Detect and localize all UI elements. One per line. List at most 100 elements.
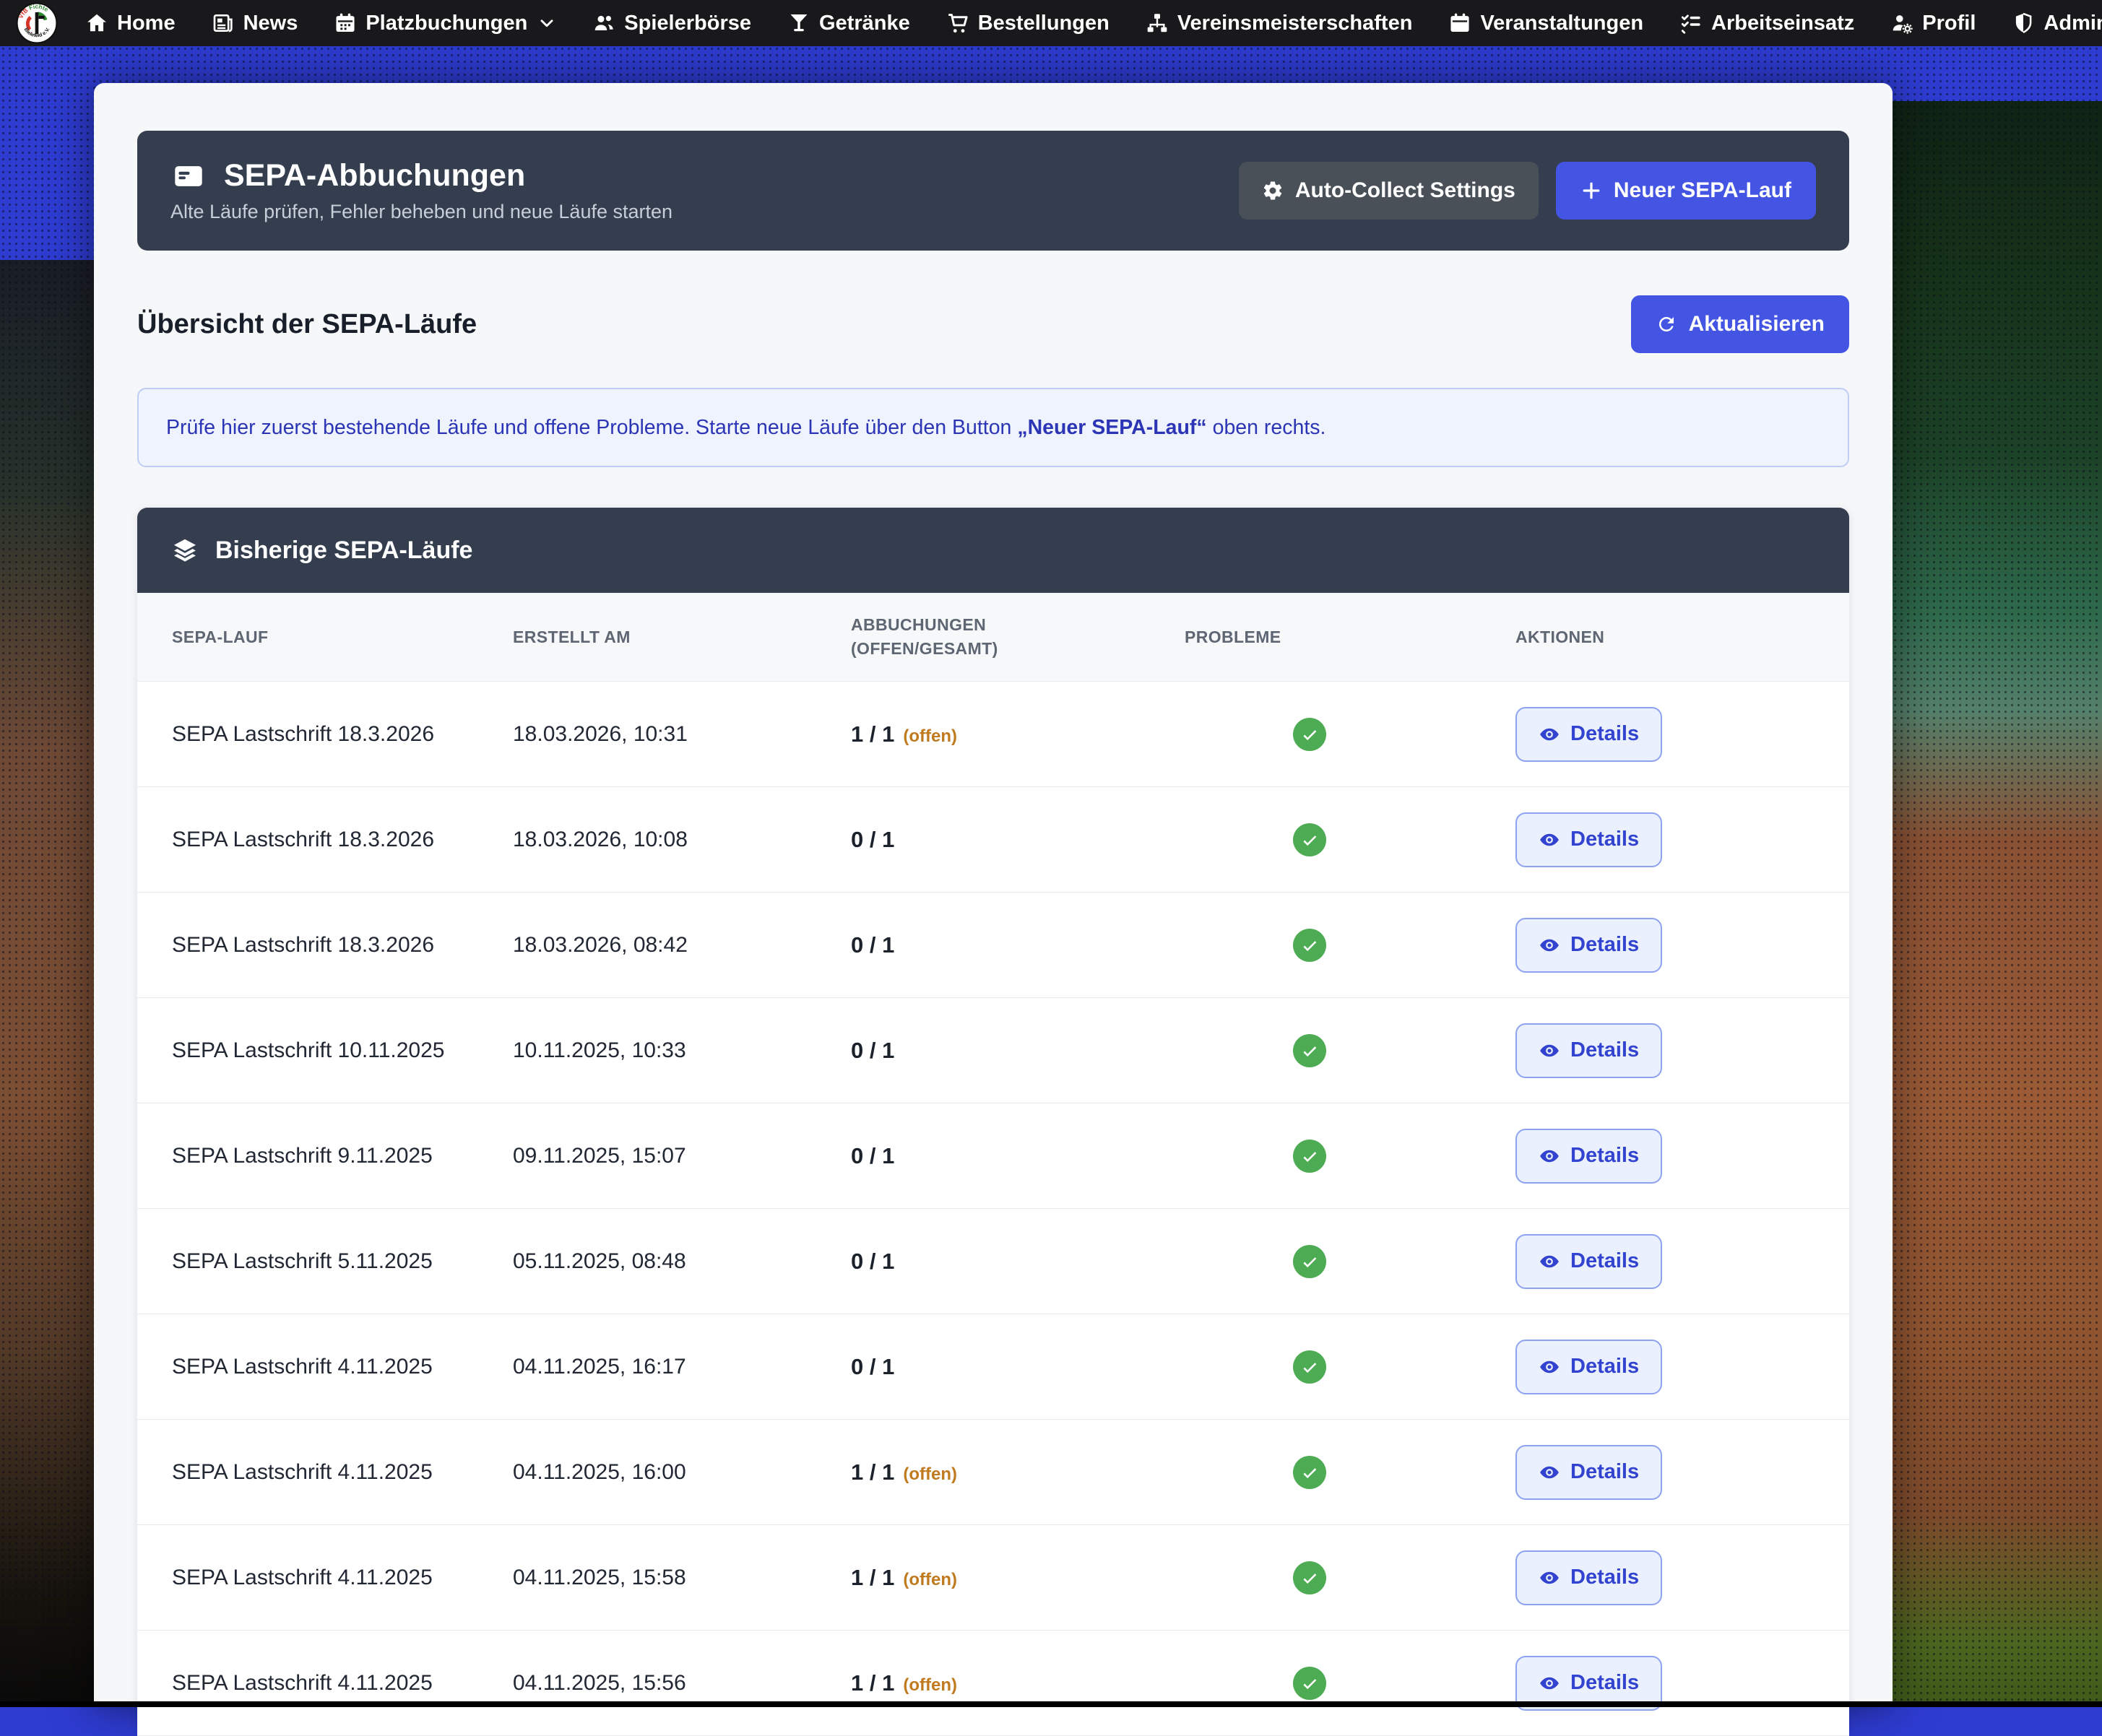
run-count: 0 / 1 — [851, 826, 895, 852]
eye-icon — [1539, 934, 1560, 956]
refresh-icon — [1656, 313, 1677, 335]
run-name: SEPA Lastschrift 5.11.2025 — [172, 1249, 433, 1273]
page-subtitle: Alte Läufe prüfen, Fehler beheben und ne… — [170, 201, 673, 222]
column-header-abbuchungen: ABBUCHUNGEN (OFFEN/GESAMT) — [851, 615, 998, 659]
nav-item-home[interactable]: Home — [85, 12, 176, 35]
details-button[interactable]: Details — [1515, 1128, 1663, 1184]
details-button[interactable]: Details — [1515, 812, 1663, 867]
nav-item-getr-nke[interactable]: Getränke — [787, 12, 910, 35]
table-row: SEPA Lastschrift 9.11.2025 09.11.2025, 1… — [137, 1103, 1849, 1210]
eye-icon — [1539, 1462, 1560, 1483]
run-count: 0 / 1 — [851, 1353, 895, 1379]
run-name: SEPA Lastschrift 18.3.2026 — [172, 721, 435, 746]
table-header-row: SEPA-LAUF ERSTELLT AM ABBUCHUNGEN (OFFEN… — [137, 593, 1849, 682]
details-button[interactable]: Details — [1515, 1023, 1663, 1078]
open-badge: (offen) — [903, 726, 957, 746]
open-badge: (offen) — [903, 1569, 957, 1589]
info-text-bold: „Neuer SEPA-Lauf“ — [1017, 416, 1207, 439]
eye-icon — [1539, 829, 1560, 851]
nav-item-admin[interactable]: Admin — [2012, 12, 2102, 35]
column-header-erstellt-am: ERSTELLT AM — [513, 627, 631, 646]
status-ok-badge — [1293, 928, 1326, 962]
cart-icon — [946, 12, 969, 35]
run-count: 0 / 1 — [851, 932, 895, 958]
status-ok-badge — [1293, 717, 1326, 751]
open-badge: (offen) — [903, 1464, 957, 1484]
eye-icon — [1539, 1251, 1560, 1272]
sepa-runs-card-header: Bisherige SEPA-Läufe — [137, 508, 1849, 594]
check-icon — [1300, 830, 1319, 849]
run-created-at: 09.11.2025, 15:07 — [513, 1143, 686, 1168]
nav-item-label: News — [243, 11, 298, 35]
user-gear-icon — [1890, 12, 1913, 35]
sepa-runs-card: Bisherige SEPA-Läufe SEPA-LAUF ERSTELLT … — [137, 508, 1849, 1736]
nav-item-veranstaltungen[interactable]: Veranstaltungen — [1448, 12, 1643, 35]
check-icon — [1300, 1358, 1319, 1376]
table-row: SEPA Lastschrift 5.11.2025 05.11.2025, 0… — [137, 1209, 1849, 1315]
nav-item-label: Getränke — [818, 11, 910, 35]
status-ok-badge — [1293, 1561, 1326, 1594]
run-count: 0 / 1 — [851, 1142, 895, 1168]
table-row: SEPA Lastschrift 10.11.2025 10.11.2025, … — [137, 998, 1849, 1104]
sitemap-icon — [1146, 12, 1169, 35]
nav-item-label: Vereinsmeisterschaften — [1177, 11, 1413, 35]
run-count: 1 / 1 — [851, 1459, 895, 1485]
overview-heading: Übersicht der SEPA-Läufe — [137, 308, 477, 339]
run-count: 0 / 1 — [851, 1248, 895, 1274]
club-logo[interactable]: VfB Fichte Bielefeld e.V. — [16, 2, 58, 44]
details-button[interactable]: Details — [1515, 1339, 1663, 1394]
table-row: SEPA Lastschrift 18.3.2026 18.03.2026, 1… — [137, 682, 1849, 788]
layers-icon — [172, 537, 198, 563]
page-header-card: SEPA-Abbuchungen Alte Läufe prüfen, Fehl… — [137, 131, 1849, 251]
check-icon — [1300, 1568, 1319, 1587]
details-button[interactable]: Details — [1515, 706, 1663, 762]
nav-item-vereinsmeisterschaften[interactable]: Vereinsmeisterschaften — [1146, 11, 1413, 35]
table-row: SEPA Lastschrift 4.11.2025 04.11.2025, 1… — [137, 1420, 1849, 1526]
nav-item-news[interactable]: News — [212, 12, 298, 35]
calendar-icon — [1448, 12, 1471, 35]
nav-item-platzbuchungen[interactable]: Platzbuchungen — [334, 12, 556, 35]
details-button[interactable]: Details — [1515, 1444, 1663, 1500]
nav-item-spielerb-rse[interactable]: Spielerbörse — [592, 12, 751, 35]
main-panel: SEPA-Abbuchungen Alte Läufe prüfen, Fehl… — [94, 83, 1893, 1736]
credit-card-icon — [170, 160, 207, 192]
column-header-probleme: PROBLEME — [1185, 627, 1281, 646]
check-icon — [1300, 1252, 1319, 1271]
nav-item-bestellungen[interactable]: Bestellungen — [946, 12, 1110, 35]
new-sepa-run-button[interactable]: Neuer SEPA-Lauf — [1555, 162, 1816, 220]
news-icon — [212, 12, 235, 35]
run-name: SEPA Lastschrift 4.11.2025 — [172, 1459, 433, 1484]
run-name: SEPA Lastschrift 18.3.2026 — [172, 932, 435, 957]
nav-item-label: Profil — [1922, 11, 1976, 35]
run-name: SEPA Lastschrift 4.11.2025 — [172, 1565, 433, 1589]
details-button[interactable]: Details — [1515, 1233, 1663, 1289]
run-created-at: 04.11.2025, 16:17 — [513, 1354, 686, 1379]
calendar-grid-icon — [334, 12, 357, 35]
status-ok-badge — [1293, 1350, 1326, 1384]
eye-icon — [1539, 1672, 1560, 1694]
column-header-sepa-lauf: SEPA-LAUF — [172, 627, 269, 646]
nav-item-label: Home — [117, 11, 176, 35]
sepa-runs-card-title: Bisherige SEPA-Läufe — [215, 536, 473, 564]
auto-collect-settings-button[interactable]: Auto-Collect Settings — [1238, 162, 1539, 220]
club-logo-icon: VfB Fichte Bielefeld e.V. — [16, 2, 58, 44]
nav-item-arbeitseinsatz[interactable]: Arbeitseinsatz — [1679, 12, 1854, 35]
table-row: SEPA Lastschrift 18.3.2026 18.03.2026, 0… — [137, 893, 1849, 999]
details-button[interactable]: Details — [1515, 1550, 1663, 1605]
run-count: 1 / 1 — [851, 1564, 895, 1590]
check-icon — [1300, 1147, 1319, 1166]
overview-section-header: Übersicht der SEPA-Läufe Aktualisieren — [137, 295, 1849, 353]
run-created-at: 04.11.2025, 16:00 — [513, 1459, 686, 1484]
refresh-button[interactable]: Aktualisieren — [1630, 295, 1849, 353]
info-text-after: oben rechts. — [1206, 416, 1326, 439]
nav-item-profil[interactable]: Profil — [1890, 12, 1976, 35]
nav-item-label: Admin — [2043, 11, 2102, 35]
nav-item-label: Spielerbörse — [624, 11, 751, 35]
check-icon — [1300, 936, 1319, 955]
nav-item-label: Platzbuchungen — [366, 11, 528, 35]
details-button[interactable]: Details — [1515, 917, 1663, 973]
table-row: SEPA Lastschrift 4.11.2025 04.11.2025, 1… — [137, 1314, 1849, 1420]
run-created-at: 04.11.2025, 15:56 — [513, 1670, 686, 1695]
status-ok-badge — [1293, 1033, 1326, 1067]
users-icon — [592, 12, 615, 35]
